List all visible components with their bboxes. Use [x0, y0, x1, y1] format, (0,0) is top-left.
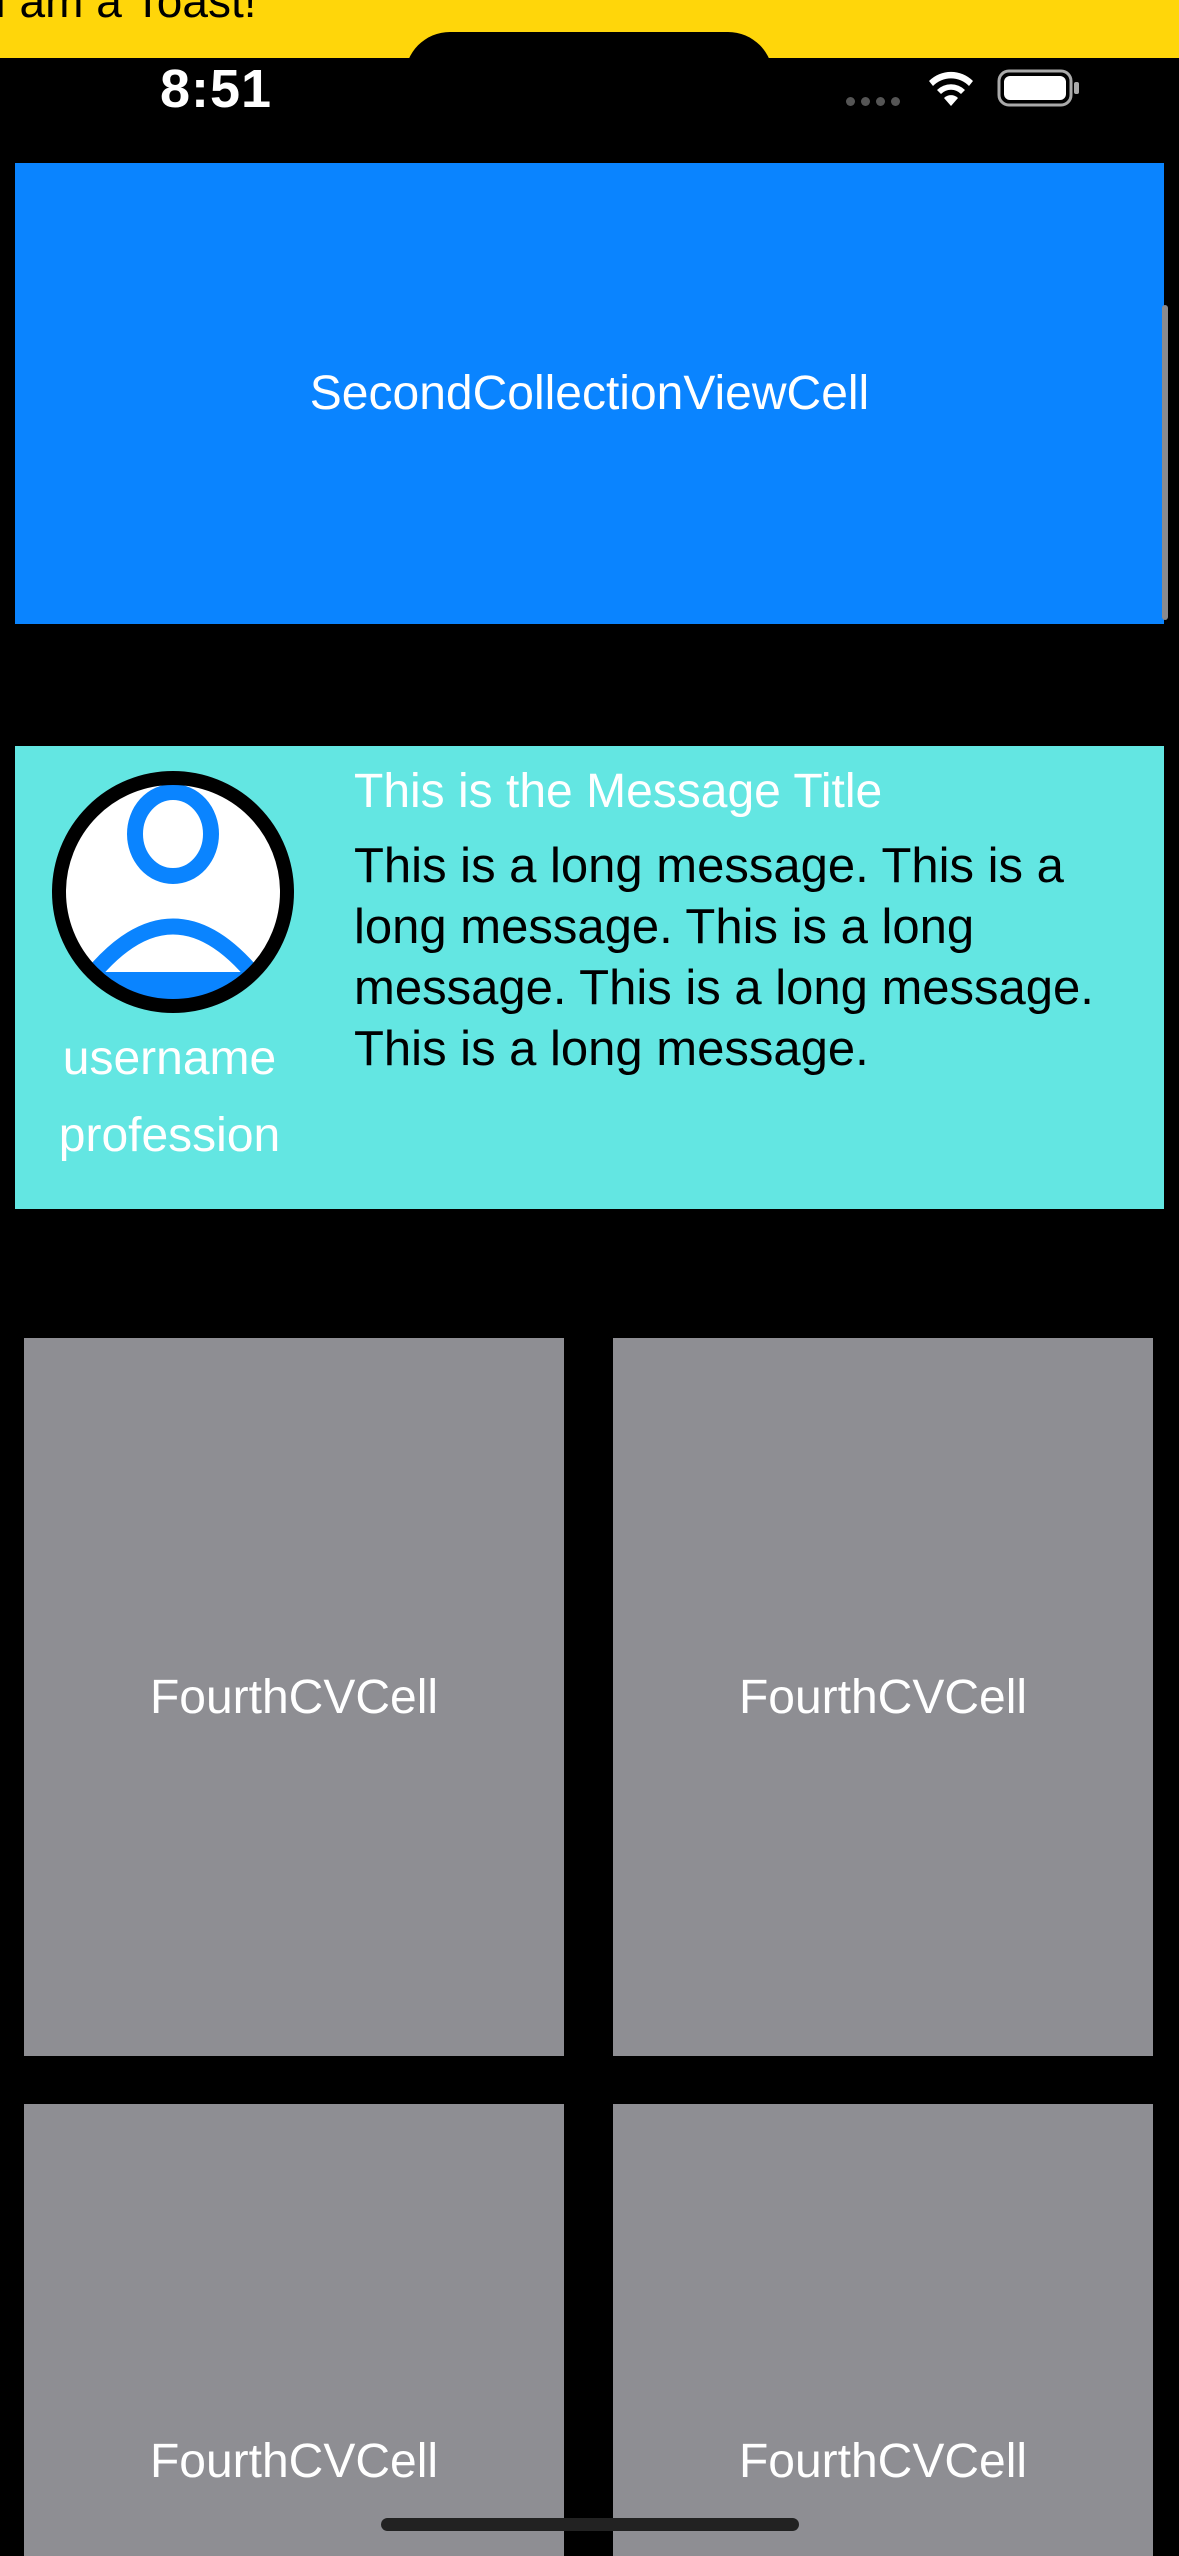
fourth-cv-cell[interactable]: FourthCVCell	[24, 2104, 564, 2556]
fourth-cell-label: FourthCVCell	[149, 2435, 439, 2488]
fourth-cv-cell[interactable]: FourthCVCell	[613, 1338, 1153, 2056]
battery-icon	[997, 69, 1079, 107]
message-body: This is a long message. This is a long m…	[354, 839, 1094, 1076]
second-collection-view-cell[interactable]: SecondCollectionViewCell	[15, 163, 1164, 624]
person-circle-icon	[52, 771, 294, 1013]
wifi-icon	[929, 71, 973, 106]
scroll-indicator[interactable]	[1162, 305, 1168, 620]
status-time: 8:51	[160, 59, 273, 119]
fourth-cv-cell[interactable]: FourthCVCell	[24, 1338, 564, 2056]
toast-text: I am a Toast!	[0, 0, 257, 27]
second-cell-label: SecondCollectionViewCell	[309, 367, 870, 420]
profession-label: profession	[58, 1109, 281, 1162]
dynamic-island	[405, 32, 773, 122]
message-cell[interactable]: username profession This is the Message …	[15, 746, 1164, 1209]
fourth-cv-cell[interactable]: FourthCVCell	[613, 2104, 1153, 2556]
fourth-cell-label: FourthCVCell	[738, 2435, 1028, 2488]
cellular-signal-icon	[846, 97, 900, 106]
home-indicator[interactable]	[381, 2518, 799, 2531]
username-label: username	[62, 1032, 277, 1085]
fourth-cell-label: FourthCVCell	[149, 1670, 439, 1724]
fourth-cell-label: FourthCVCell	[738, 1670, 1028, 1724]
message-title: This is the Message Title	[354, 765, 883, 818]
